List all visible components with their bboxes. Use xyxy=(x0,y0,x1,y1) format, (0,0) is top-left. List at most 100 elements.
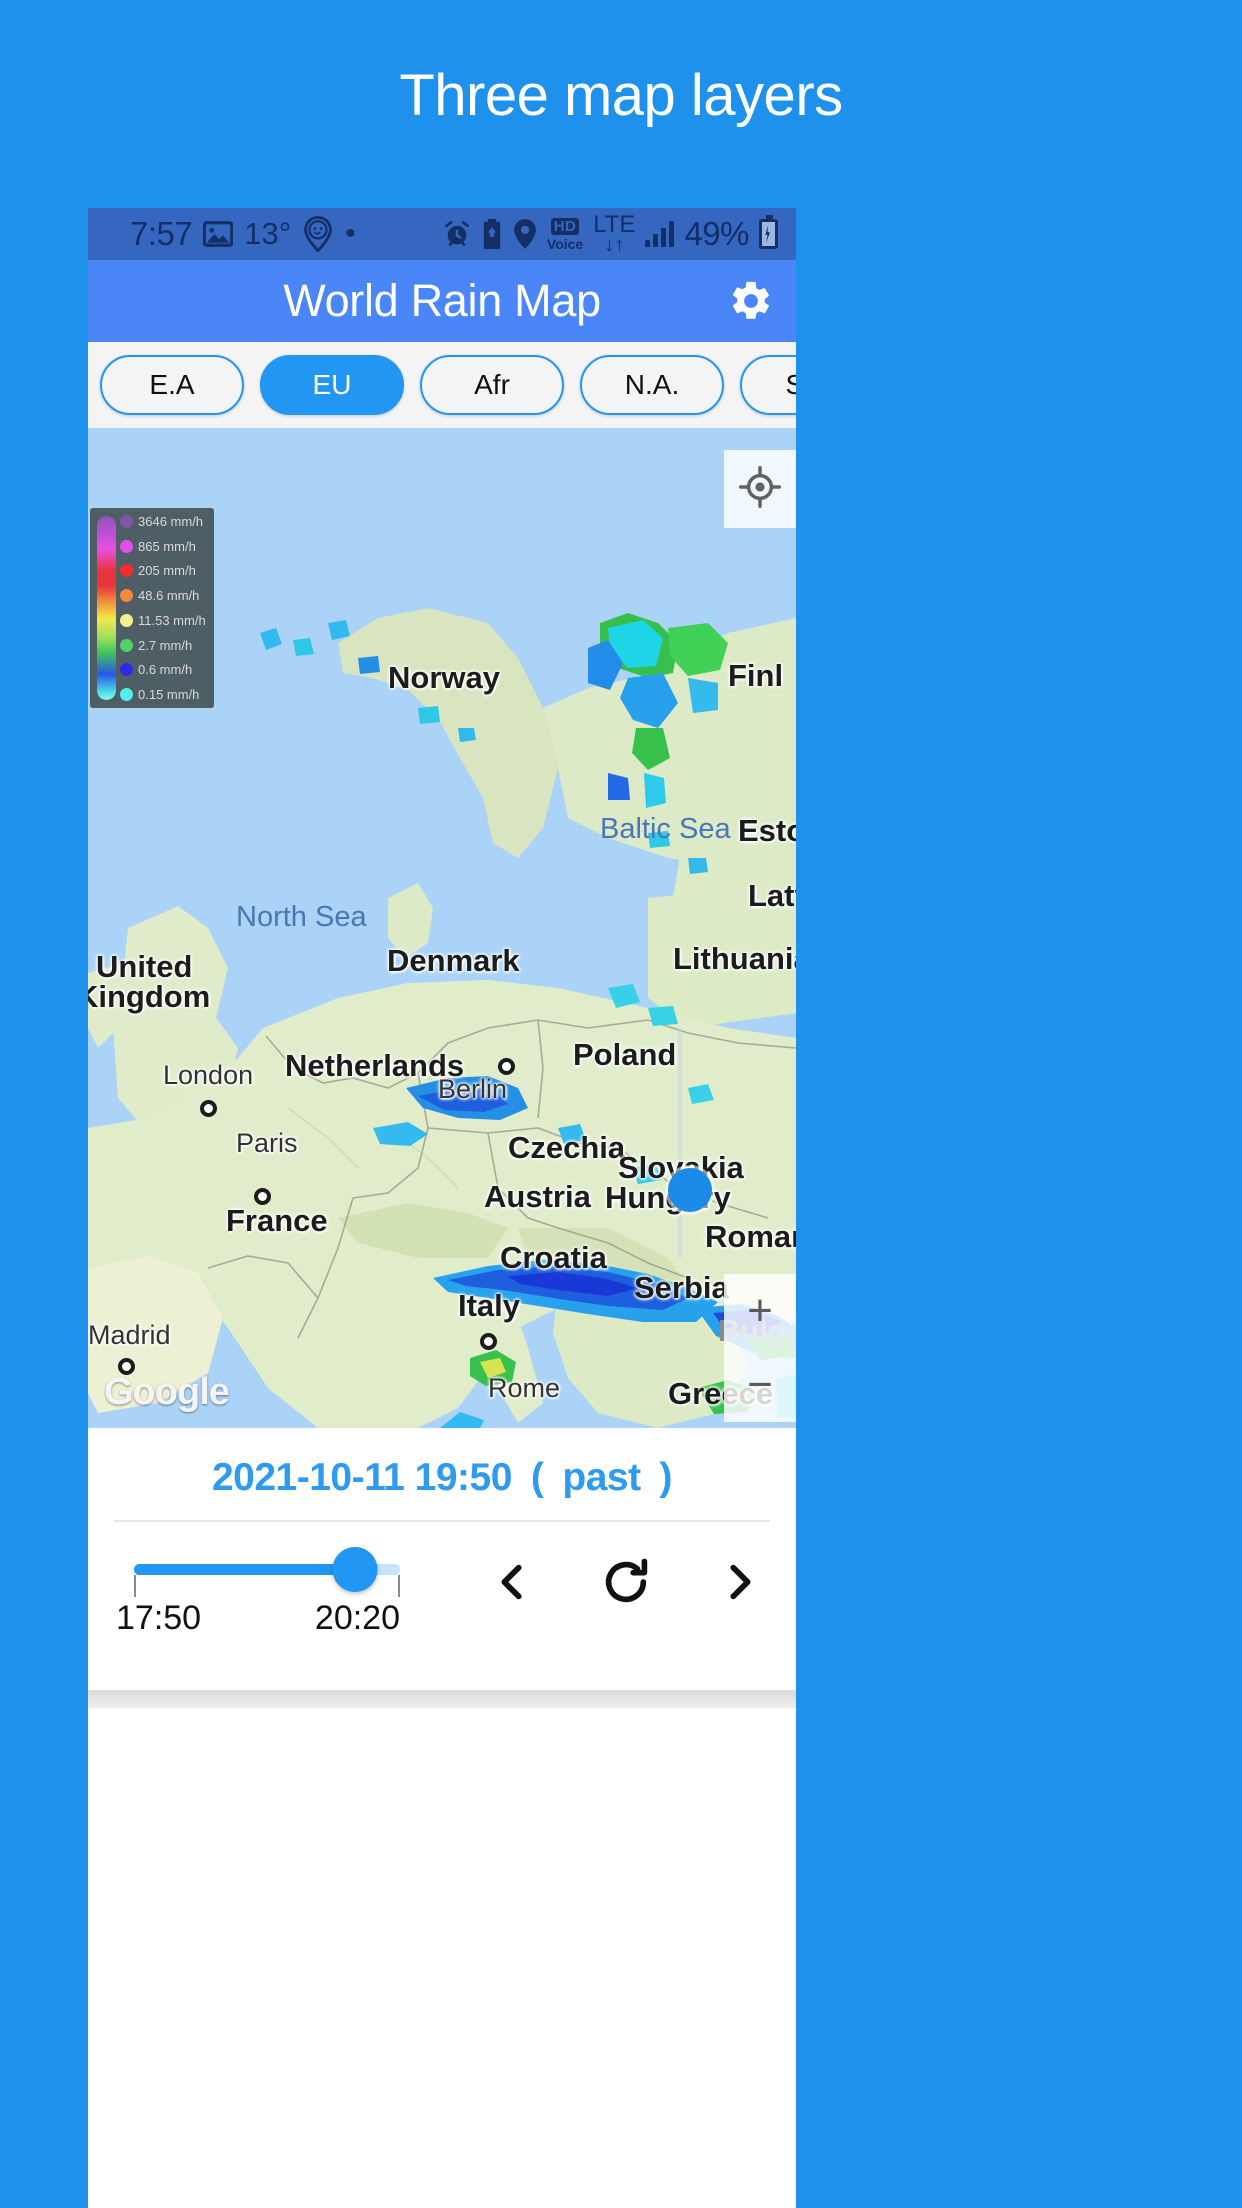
gear-icon[interactable] xyxy=(728,278,774,324)
playback-controls: 17:50 20:20 xyxy=(88,1522,796,1638)
tab-label: E.A xyxy=(149,369,195,400)
location-pin-icon xyxy=(513,219,537,249)
map-label-rome: Rome xyxy=(488,1373,561,1403)
map-label-finland: Finl xyxy=(728,658,784,693)
map-label-denmark: Denmark xyxy=(387,943,520,978)
slider-ticks xyxy=(134,1575,400,1597)
phone-screenshot: 7:57 13° • HD Voice LTE ↓↑ 49% World Rai… xyxy=(88,208,796,2208)
face-location-icon xyxy=(302,216,334,252)
legend-label: 0.6 mm/h xyxy=(138,662,193,678)
playback-panel: 2021-10-11 19:50 ( past ) 17:50 20:20 xyxy=(88,1428,796,1708)
voice-label: Voice xyxy=(546,235,584,252)
legend-color-dot xyxy=(120,638,133,652)
map-label-kingdom: Kingdom xyxy=(88,979,211,1014)
legend-item: 2.7 mm/h xyxy=(120,638,209,653)
my-location-button[interactable] xyxy=(724,450,796,528)
tab-label: Afr xyxy=(474,369,510,400)
tab-label: N.A. xyxy=(624,369,680,400)
legend-item: 205 mm/h xyxy=(120,563,209,578)
chevron-left-icon[interactable] xyxy=(486,1556,538,1608)
refresh-icon[interactable] xyxy=(600,1556,652,1608)
map-label-north-sea: North Sea xyxy=(236,901,367,933)
map-label-italy: Italy xyxy=(458,1288,521,1323)
map-label-poland: Poland xyxy=(573,1037,677,1072)
app-bar: World Rain Map xyxy=(88,260,796,342)
tab-ea[interactable]: E.A xyxy=(100,355,244,415)
signal-bars-icon xyxy=(645,221,675,247)
map-label-lithuania: Lithuania xyxy=(673,941,796,976)
slider-fill xyxy=(134,1564,355,1575)
map-label-madrid: Madrid xyxy=(88,1320,171,1350)
map-label-austria: Austria xyxy=(484,1179,591,1214)
legend-label: 0.15 mm/h xyxy=(138,686,200,702)
battery-saver-icon xyxy=(481,219,503,249)
legend-item: 0.6 mm/h xyxy=(120,662,209,677)
legend-color-dot xyxy=(120,663,133,677)
my-location-icon xyxy=(739,465,781,513)
zoom-in-button[interactable]: + xyxy=(747,1289,773,1333)
map-label-london: London xyxy=(163,1060,254,1090)
slider-time-labels: 17:50 20:20 xyxy=(116,1599,400,1638)
slider-start-time: 17:50 xyxy=(116,1599,202,1637)
legend-label: 865 mm/h xyxy=(138,538,196,554)
system-nav-bar xyxy=(88,1690,796,1708)
tab-na[interactable]: N.A. xyxy=(580,355,724,415)
map-label-serbia: Serbia xyxy=(634,1270,729,1305)
map-label-estonia: Eston xyxy=(738,813,796,848)
legend-label: 205 mm/h xyxy=(138,563,196,579)
status-temperature: 13° xyxy=(244,216,292,251)
user-location-dot xyxy=(668,1168,712,1212)
hd-label: HD xyxy=(550,217,580,235)
app-title: World Rain Map xyxy=(283,275,601,326)
image-icon xyxy=(203,221,234,247)
lte-arrows-icon: ↓↑ xyxy=(604,234,625,256)
legend-item: 865 mm/h xyxy=(120,539,209,554)
map-label-france: France xyxy=(226,1203,328,1238)
legend-label: 2.7 mm/h xyxy=(138,637,193,653)
legend-color-dot xyxy=(120,687,133,701)
timestamp-label: 2021-10-11 19:50 ( past ) xyxy=(211,1456,673,1499)
city-dot-london xyxy=(200,1100,217,1117)
zoom-out-button[interactable]: − xyxy=(747,1363,773,1407)
legend-color-dot xyxy=(120,589,133,603)
legend-color-dot xyxy=(120,613,133,627)
time-slider[interactable]: 17:50 20:20 xyxy=(116,1542,400,1638)
map-label-paris: Paris xyxy=(236,1128,298,1158)
legend-color-dot xyxy=(120,564,133,578)
region-tab-bar[interactable]: E.A EU Afr N.A. S.A. Au xyxy=(88,342,796,428)
legend-label: 3646 mm/h xyxy=(138,514,204,529)
map-label-baltic-sea: Baltic Sea xyxy=(600,813,731,845)
status-dot: • xyxy=(345,217,356,250)
tab-label: EU xyxy=(312,369,352,400)
slider-end-time: 20:20 xyxy=(314,1599,400,1637)
headline: Three map layers xyxy=(399,63,843,128)
tab-afr[interactable]: Afr xyxy=(420,355,564,415)
tab-label: S.A. xyxy=(785,369,796,400)
hd-voice-icon: HD Voice xyxy=(546,217,584,252)
legend-label: 48.6 mm/h xyxy=(138,588,200,604)
screen-root: Three map layers 7:57 13° • HD Voice LTE… xyxy=(0,0,1242,2208)
lte-indicator: LTE ↓↑ xyxy=(593,213,635,256)
chevron-right-icon[interactable] xyxy=(714,1556,766,1608)
legend-rows: 3646 mm/h 865 mm/h 205 mm/h 48.6 mm/h 11… xyxy=(120,514,209,702)
rain-legend: 3646 mm/h 865 mm/h 205 mm/h 48.6 mm/h 11… xyxy=(90,508,214,708)
legend-item: 3646 mm/h xyxy=(120,514,209,529)
tab-eu[interactable]: EU xyxy=(260,355,404,415)
legend-item: 11.53 mm/h xyxy=(120,613,209,628)
alarm-icon xyxy=(443,220,471,248)
tab-sa[interactable]: S.A. xyxy=(740,355,796,415)
legend-item: 48.6 mm/h xyxy=(120,588,209,603)
map-label-berlin: Berlin xyxy=(438,1074,508,1104)
map-label-latvia: Latv xyxy=(748,878,796,913)
map-canvas[interactable]: 3646 mm/h 865 mm/h 205 mm/h 48.6 mm/h 11… xyxy=(88,428,796,1428)
city-dot-paris xyxy=(254,1188,271,1205)
legend-gradient-bar xyxy=(97,516,116,700)
slider-track[interactable] xyxy=(134,1547,400,1592)
google-attribution: Google xyxy=(104,1371,230,1413)
legend-color-dot xyxy=(120,539,133,553)
zoom-controls[interactable]: + − xyxy=(724,1274,796,1422)
frame-nav-buttons xyxy=(486,1556,766,1608)
status-bar-left: 7:57 13° • xyxy=(100,215,356,253)
map-label-norway: Norway xyxy=(388,660,500,695)
legend-label: 11.53 mm/h xyxy=(138,612,206,628)
